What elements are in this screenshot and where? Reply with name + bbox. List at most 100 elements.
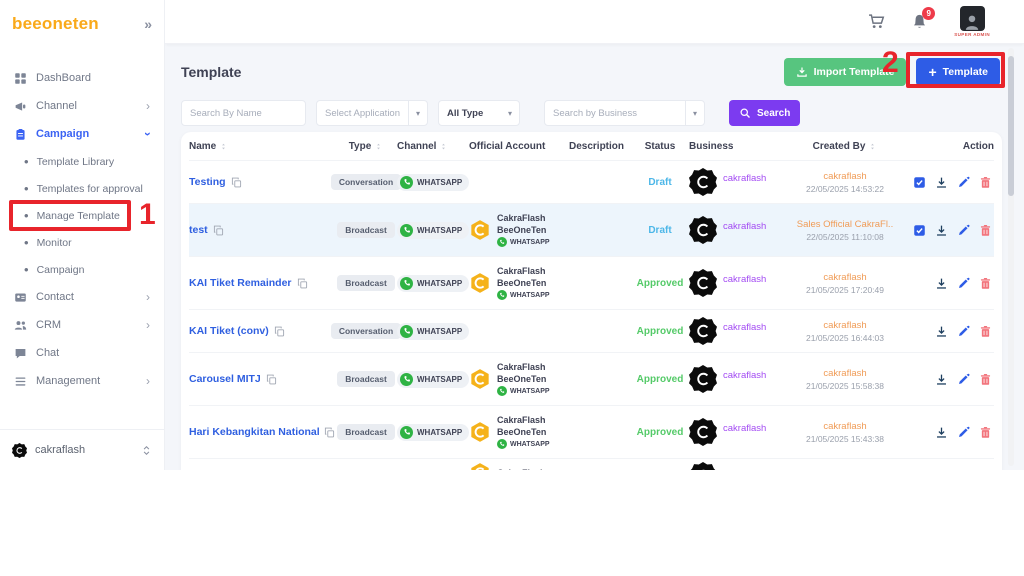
user-menu[interactable]: SUPER ADMIN — [954, 6, 990, 37]
sidebar-item-crm[interactable]: CRM › — [0, 311, 164, 339]
approve-icon[interactable] — [913, 176, 926, 189]
download-icon[interactable] — [935, 277, 948, 290]
column-header-channel[interactable]: Channel — [397, 141, 469, 152]
workspace-name: cakraflash — [35, 444, 85, 456]
template-name-link[interactable]: Testing — [189, 176, 226, 188]
clipboard-icon — [14, 128, 27, 141]
whatsapp-icon — [400, 373, 413, 386]
delete-icon[interactable] — [979, 426, 992, 439]
official-account-cell: CakraFlash BeeOneTen WHATSAPP — [469, 415, 569, 450]
copy-icon[interactable] — [266, 374, 277, 385]
download-icon[interactable] — [935, 426, 948, 439]
template-name-link[interactable]: Carousel MITJ — [189, 373, 261, 385]
edit-icon[interactable] — [957, 224, 970, 237]
table-row: test Broadcast WHATSAPP CakraFlash BeeOn… — [189, 203, 994, 256]
business-name: cakraflash — [723, 423, 766, 434]
template-name-link[interactable]: Hari Kebangkitan National — [189, 426, 319, 438]
business-search-group: ▾ — [544, 100, 705, 126]
sidebar-subitem-campaign[interactable]: • Campaign — [0, 256, 164, 283]
delete-icon[interactable] — [979, 224, 992, 237]
add-template-button[interactable]: + Template — [916, 58, 1000, 86]
template-table-card: Name Type Channel Official Account Descr… — [181, 132, 1002, 470]
sidebar-item-chat[interactable]: Chat — [0, 339, 164, 367]
whatsapp-icon — [497, 439, 507, 449]
sidebar-item-contact[interactable]: Contact › — [0, 283, 164, 311]
chevron-down-icon[interactable]: ▾ — [686, 109, 704, 118]
delete-icon[interactable] — [979, 325, 992, 338]
column-header-created-by[interactable]: Created By — [781, 141, 909, 152]
cakraflash-logo-icon — [469, 368, 491, 390]
workspace-switcher[interactable]: cakraflash — [0, 429, 164, 470]
copy-icon[interactable] — [324, 427, 335, 438]
sort-icon — [868, 141, 877, 152]
delete-icon[interactable] — [979, 277, 992, 290]
sidebar-item-campaign[interactable]: Campaign › — [0, 120, 164, 148]
chevron-up-down-icon[interactable] — [141, 445, 152, 456]
edit-icon[interactable] — [957, 277, 970, 290]
copy-icon[interactable] — [297, 278, 308, 289]
search-name-input[interactable] — [181, 100, 306, 126]
scrollbar-thumb[interactable] — [1008, 56, 1014, 196]
scrollbar-track[interactable] — [1008, 48, 1014, 466]
copy-icon[interactable] — [231, 177, 242, 188]
delete-icon[interactable] — [979, 176, 992, 189]
created-by: cakraflash — [823, 368, 866, 379]
application-select[interactable]: Select Application ▾ — [316, 100, 428, 126]
sidebar-item-management[interactable]: Management › — [0, 367, 164, 395]
type-select[interactable]: All Type ▾ — [438, 100, 520, 126]
column-header-status: Status — [631, 141, 689, 152]
status-text: Approved — [631, 427, 689, 438]
status-text: Draft — [631, 177, 689, 188]
users-icon — [14, 319, 27, 332]
business-name: cakraflash — [723, 173, 766, 184]
template-name-link[interactable]: KAI Tiket (conv) — [189, 325, 269, 337]
copy-icon[interactable] — [213, 225, 224, 236]
sidebar-collapse-icon[interactable]: » — [144, 16, 152, 32]
created-at: 21/05/2025 17:20:49 — [806, 285, 884, 295]
approve-icon[interactable] — [913, 224, 926, 237]
edit-icon[interactable] — [957, 373, 970, 386]
column-header-official-account: Official Account — [469, 141, 569, 152]
download-icon[interactable] — [935, 176, 948, 189]
table-row: KAI Tiket (conv) Conversation WHATSAPP A… — [189, 309, 994, 352]
bullet-icon: • — [24, 155, 29, 168]
business-search-input[interactable] — [545, 101, 685, 125]
bullet-icon: • — [24, 209, 29, 222]
template-name-link[interactable]: KAI Tiket Remainder — [189, 277, 292, 289]
download-icon[interactable] — [935, 325, 948, 338]
template-name-link[interactable]: test — [189, 224, 208, 236]
cart-icon[interactable] — [868, 13, 885, 30]
whatsapp-icon — [400, 224, 413, 237]
megaphone-icon — [14, 100, 27, 113]
type-badge: Broadcast — [337, 222, 395, 238]
notification-badge: 9 — [922, 7, 935, 20]
sidebar-subitem-manage-template[interactable]: • Manage Template — [0, 202, 164, 229]
sidebar-subitem-template-library[interactable]: • Template Library — [0, 148, 164, 175]
bullet-icon: • — [24, 263, 29, 276]
created-at: 21/05/2025 15:58:38 — [806, 381, 884, 391]
sidebar-subitem-monitor[interactable]: • Monitor — [0, 229, 164, 256]
copy-icon[interactable] — [274, 326, 285, 337]
whatsapp-icon — [400, 277, 413, 290]
contact-card-icon — [14, 291, 27, 304]
edit-icon[interactable] — [957, 426, 970, 439]
download-icon[interactable] — [935, 373, 948, 386]
topbar: 9 SUPER ADMIN — [165, 0, 1024, 44]
business-logo-icon — [689, 365, 717, 393]
import-template-button[interactable]: Import Template — [784, 58, 907, 86]
column-header-type[interactable]: Type — [335, 141, 397, 152]
status-text: Approved — [631, 278, 689, 289]
notifications-button[interactable]: 9 — [911, 13, 928, 30]
sidebar-subitem-templates-for-approval[interactable]: • Templates for approval — [0, 175, 164, 202]
column-header-name[interactable]: Name — [189, 141, 335, 152]
sidebar-item-dashboard[interactable]: DashBoard — [0, 64, 164, 92]
official-account-cell: CakraFlash — [469, 462, 569, 470]
search-button[interactable]: Search — [729, 100, 800, 126]
business-logo-icon — [689, 216, 717, 244]
business-name: cakraflash — [723, 221, 766, 232]
sidebar-item-channel[interactable]: Channel › — [0, 92, 164, 120]
download-icon[interactable] — [935, 224, 948, 237]
edit-icon[interactable] — [957, 176, 970, 189]
edit-icon[interactable] — [957, 325, 970, 338]
delete-icon[interactable] — [979, 373, 992, 386]
